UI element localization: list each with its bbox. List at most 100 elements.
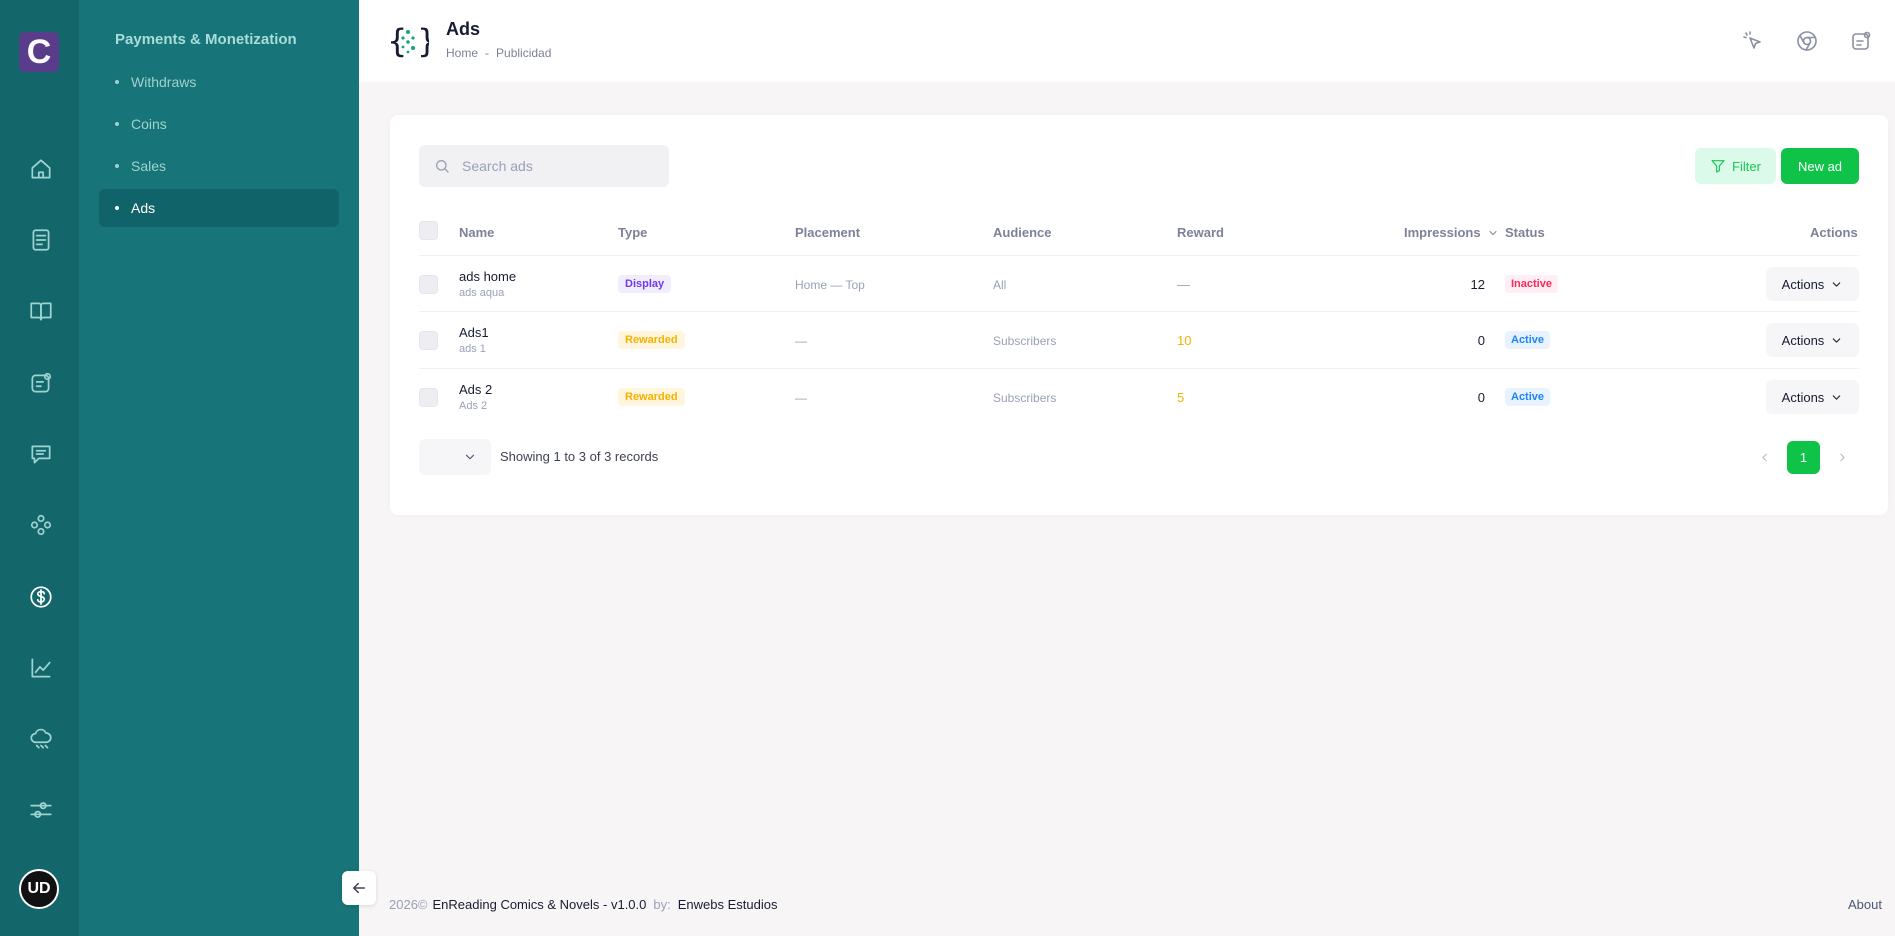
sidebar-item-coins[interactable]: Coins: [99, 105, 339, 143]
page-button-current[interactable]: 1: [1787, 441, 1820, 474]
search-icon: [436, 160, 449, 173]
ad-subtitle: Ads 2: [459, 400, 488, 412]
row-checkbox[interactable]: [419, 388, 438, 407]
column-header-placement[interactable]: Placement: [795, 225, 860, 240]
cursor-click-icon[interactable]: [1739, 27, 1767, 55]
bullet-icon: [115, 122, 119, 126]
settings-sliders-icon[interactable]: [26, 795, 56, 825]
footer: 2026© EnReading Comics & Novels - v1.0.0…: [389, 897, 777, 912]
status-badge: Active: [1505, 388, 1551, 406]
row-actions-label: Actions: [1781, 276, 1825, 292]
notifications-icon[interactable]: [1847, 27, 1875, 55]
column-header-audience[interactable]: Audience: [993, 225, 1052, 240]
type-badge: Display: [618, 275, 672, 293]
ad-name[interactable]: Ads1: [459, 325, 489, 340]
next-page-button[interactable]: [1828, 443, 1856, 471]
footer-product[interactable]: EnReading Comics & Novels - v1.0.0: [433, 897, 647, 912]
audience-cell: Subscribers: [993, 391, 1057, 405]
search-box[interactable]: [419, 145, 669, 187]
column-header-name[interactable]: Name: [459, 225, 494, 240]
type-badge: Rewarded: [618, 331, 685, 349]
page-header: { } Ads Home - Publicidad: [359, 0, 1895, 82]
svg-text:{: {: [387, 22, 407, 60]
sidebar-item-withdraws[interactable]: Withdraws: [99, 63, 339, 101]
row-actions-label: Actions: [1781, 332, 1825, 348]
breadcrumb-separator: -: [485, 46, 490, 60]
app-logo[interactable]: C: [19, 32, 59, 72]
icon-rail: C UD: [0, 0, 79, 936]
ads-table-card: Filter New ad Name Type Placement Audien…: [390, 115, 1888, 515]
dollar-icon[interactable]: [26, 582, 56, 612]
ad-name[interactable]: ads home: [459, 269, 516, 284]
chevron-left-icon: [1761, 453, 1767, 461]
type-badge: Rewarded: [618, 388, 685, 406]
collapse-sidebar-button[interactable]: [342, 871, 376, 905]
placement-cell: Home — Top: [795, 278, 865, 292]
cloud-icon[interactable]: [26, 724, 56, 754]
row-actions-label: Actions: [1781, 389, 1825, 405]
audience-cell: Subscribers: [993, 334, 1057, 348]
search-input[interactable]: [462, 158, 662, 174]
sidebar-item-ads[interactable]: Ads: [99, 189, 339, 227]
sidebar-item-label: Coins: [131, 116, 167, 132]
footer-about-link[interactable]: About: [1848, 897, 1882, 912]
bullet-icon: [115, 206, 119, 210]
avatar[interactable]: UD: [19, 869, 59, 909]
sidebar-section-title: Payments & Monetization: [115, 31, 297, 48]
home-icon[interactable]: [26, 154, 56, 184]
impressions-cell: 0: [1477, 333, 1485, 348]
sidebar-item-sales[interactable]: Sales: [99, 147, 339, 185]
breadcrumb: Home - Publicidad: [446, 46, 551, 60]
impressions-cell: 12: [1470, 277, 1485, 292]
chevron-down-icon: [465, 454, 475, 460]
column-header-impressions-label: Impressions: [1404, 225, 1481, 240]
placement-cell: —: [795, 334, 807, 348]
book-icon[interactable]: [26, 296, 56, 326]
notification-board-icon[interactable]: [26, 368, 56, 398]
chevron-down-icon: [1833, 337, 1841, 343]
chat-icon[interactable]: [26, 439, 56, 469]
footer-company[interactable]: Enwebs Estudios: [678, 897, 778, 912]
row-checkbox[interactable]: [419, 275, 438, 294]
sort-chevron-down-icon: [1489, 230, 1497, 235]
column-header-impressions[interactable]: Impressions: [1404, 225, 1499, 240]
document-icon[interactable]: [26, 225, 56, 255]
footer-year: 2026©: [389, 897, 428, 912]
row-divider: [419, 311, 1859, 312]
page-size-select[interactable]: [419, 439, 491, 475]
chevron-right-icon: [1839, 453, 1845, 461]
row-actions-button[interactable]: Actions: [1766, 380, 1859, 414]
row-divider: [419, 368, 1859, 369]
row-checkbox[interactable]: [419, 331, 438, 350]
chart-line-icon[interactable]: [26, 653, 56, 683]
column-header-type[interactable]: Type: [618, 225, 647, 240]
impressions-cell: 0: [1477, 390, 1485, 405]
filter-icon: [1711, 160, 1725, 173]
ad-subtitle: ads aqua: [459, 287, 505, 299]
browser-icon[interactable]: [1793, 27, 1821, 55]
ad-subtitle: ads 1: [459, 343, 486, 355]
row-actions-button[interactable]: Actions: [1766, 323, 1859, 357]
footer-by-label: by:: [653, 897, 671, 912]
header-divider: [419, 255, 1859, 256]
column-header-reward[interactable]: Reward: [1177, 225, 1224, 240]
row-actions-button[interactable]: Actions: [1766, 267, 1859, 301]
app-logo-letter: C: [26, 33, 52, 71]
reward-cell: 5: [1177, 390, 1185, 405]
prev-page-button[interactable]: [1750, 443, 1778, 471]
status-badge: Inactive: [1505, 275, 1558, 293]
filter-button-label: Filter: [1732, 158, 1761, 174]
breadcrumb-home[interactable]: Home: [446, 46, 478, 60]
page-title: Ads: [446, 19, 481, 39]
new-ad-button[interactable]: New ad: [1781, 148, 1859, 184]
svg-text:}: }: [417, 22, 429, 60]
column-header-status[interactable]: Status: [1505, 225, 1545, 240]
placement-cell: —: [795, 391, 807, 405]
select-all-checkbox[interactable]: [419, 221, 438, 240]
users-icon[interactable]: [26, 510, 56, 540]
arrow-left-icon: [353, 882, 365, 894]
filter-button[interactable]: Filter: [1695, 148, 1776, 184]
sidebar-item-label: Withdraws: [131, 74, 197, 90]
column-header-actions: Actions: [1810, 225, 1858, 240]
ad-name[interactable]: Ads 2: [459, 382, 492, 397]
